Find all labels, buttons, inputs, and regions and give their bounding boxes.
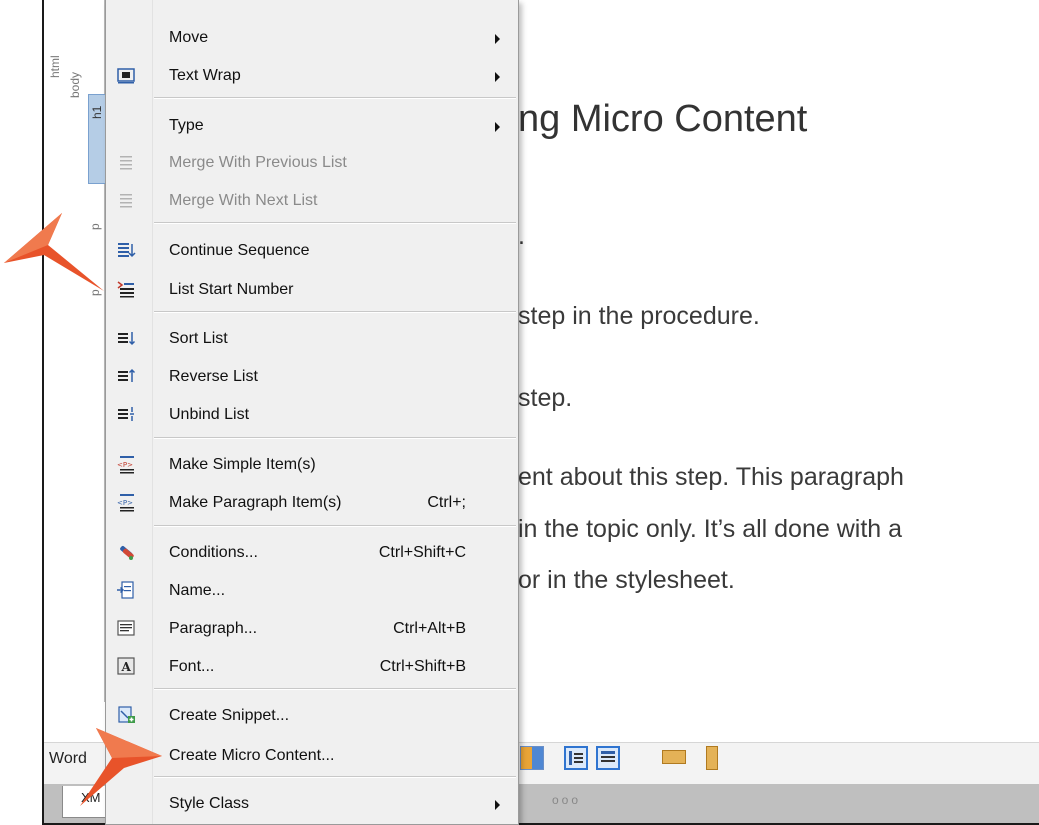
menu-item-type[interactable]: Type <box>106 108 518 144</box>
menu-label-font: Font... <box>169 658 215 675</box>
menu-item-sort-list[interactable]: Sort List <box>106 321 518 357</box>
document-fragment[interactable]: . <box>518 222 525 251</box>
menu-label-list-start-number: List Start Number <box>169 281 294 298</box>
callout-arrow-icon <box>4 213 104 291</box>
menu-item-font[interactable]: A Font... Ctrl+Shift+B <box>106 649 518 685</box>
submenu-arrow-icon <box>495 34 500 44</box>
callout-arrow-icon <box>80 728 162 806</box>
menu-label-merge-next: Merge With Next List <box>169 192 318 209</box>
menu-shortcut-conditions: Ctrl+Shift+C <box>378 544 466 561</box>
menu-label-style-class: Style Class <box>169 795 250 812</box>
submenu-arrow-icon <box>495 800 500 810</box>
menu-item-text-wrap[interactable]: Text Wrap <box>106 58 518 94</box>
list-start-number-icon <box>116 279 136 299</box>
menu-label-paragraph: Paragraph... <box>169 620 258 637</box>
document-line-p1[interactable]: ent about this step. This paragraph <box>518 463 904 492</box>
context-menu: Move Text Wrap Type Merge With Previous … <box>105 0 519 825</box>
menu-label-move: Move <box>169 29 209 46</box>
menu-label-conditions: Conditions... <box>169 544 258 561</box>
menu-shortcut-font: Ctrl+Shift+B <box>379 658 466 675</box>
menu-separator <box>154 525 516 527</box>
menu-label-continue-sequence: Continue Sequence <box>169 242 310 259</box>
svg-text:<P>: <P> <box>117 461 133 469</box>
menu-label-type: Type <box>169 117 204 134</box>
structure-bars-icon[interactable] <box>564 746 588 770</box>
text-wrap-icon <box>116 65 136 85</box>
font-icon: A <box>116 656 136 676</box>
document-line-p2[interactable]: in the topic only. It’s all done with a <box>518 515 902 544</box>
menu-item-make-paragraph-items[interactable]: <P> Make Paragraph Item(s) Ctrl+; <box>106 485 518 521</box>
menu-label-unbind-list: Unbind List <box>169 406 250 423</box>
submenu-arrow-icon <box>495 72 500 82</box>
continue-sequence-icon <box>116 240 136 260</box>
svg-text:<P>: <P> <box>117 499 133 507</box>
overflow-dots-icon[interactable]: ooo <box>552 793 581 807</box>
span-bars-icon[interactable] <box>596 746 620 770</box>
menu-label-create-micro-content: Create Micro Content... <box>169 747 335 764</box>
menu-item-list-start-number[interactable]: List Start Number <box>106 272 518 308</box>
vertical-ruler-icon[interactable] <box>706 746 718 770</box>
menu-separator <box>154 437 516 439</box>
document-line-step1[interactable]: step in the procedure. <box>518 302 760 331</box>
menu-item-merge-previous[interactable]: Merge With Previous List <box>106 145 518 181</box>
menu-item-continue-sequence[interactable]: Continue Sequence <box>106 233 518 269</box>
menu-item-paragraph[interactable]: Paragraph... Ctrl+Alt+B <box>106 611 518 647</box>
menu-shortcut-paragraph: Ctrl+Alt+B <box>393 620 466 637</box>
document-line-p3[interactable]: or in the stylesheet. <box>518 566 735 595</box>
menu-item-make-simple-items[interactable]: <P> Make Simple Item(s) <box>106 447 518 483</box>
unbind-list-icon <box>116 404 136 424</box>
menu-label-sort-list: Sort List <box>169 330 228 347</box>
menu-item-move[interactable]: Move <box>106 20 518 56</box>
horizontal-ruler-icon[interactable] <box>662 750 686 764</box>
menu-label-create-snippet: Create Snippet... <box>169 707 290 724</box>
menu-item-merge-next[interactable]: Merge With Next List <box>106 183 518 219</box>
menu-item-name[interactable]: Name... <box>106 573 518 609</box>
name-icon <box>116 580 136 600</box>
document-heading[interactable]: ng Micro Content <box>518 98 807 141</box>
paragraph-item-icon: <P> <box>116 492 136 512</box>
menu-label-make-simple-items: Make Simple Item(s) <box>169 456 316 473</box>
simple-item-icon: <P> <box>116 454 136 474</box>
structure-label-h1: h1 <box>90 105 104 119</box>
merge-previous-icon <box>116 152 136 172</box>
menu-separator <box>154 688 516 690</box>
menu-separator <box>154 776 516 778</box>
menu-label-make-paragraph-items: Make Paragraph Item(s) <box>169 494 342 511</box>
menu-item-unbind-list[interactable]: Unbind List <box>106 397 518 433</box>
submenu-arrow-icon <box>495 122 500 132</box>
layout-view-icon[interactable] <box>520 746 544 770</box>
structure-tag-h1[interactable]: h1 <box>88 94 106 184</box>
structure-bar-body[interactable]: body <box>64 0 85 702</box>
menu-separator <box>154 97 516 99</box>
conditions-icon <box>116 542 136 562</box>
menu-item-reverse-list[interactable]: Reverse List <box>106 359 518 395</box>
sort-list-icon <box>116 328 136 348</box>
menu-item-conditions[interactable]: Conditions... Ctrl+Shift+C <box>106 535 518 571</box>
menu-separator <box>154 311 516 313</box>
paragraph-icon <box>116 618 136 638</box>
menu-separator <box>154 222 516 224</box>
menu-shortcut-make-paragraph-items: Ctrl+; <box>427 494 466 511</box>
reverse-list-icon <box>116 366 136 386</box>
menu-label-text-wrap: Text Wrap <box>169 67 241 84</box>
structure-label-body: body <box>68 71 82 98</box>
document-line-step2[interactable]: step. <box>518 384 572 413</box>
structure-bar-html[interactable]: html <box>44 0 65 702</box>
merge-next-icon <box>116 190 136 210</box>
menu-label-name: Name... <box>169 582 226 599</box>
menu-label-reverse-list: Reverse List <box>169 368 258 385</box>
menu-label-merge-previous: Merge With Previous List <box>169 154 347 171</box>
svg-text:A: A <box>121 660 132 674</box>
structure-label-html: html <box>48 55 62 78</box>
